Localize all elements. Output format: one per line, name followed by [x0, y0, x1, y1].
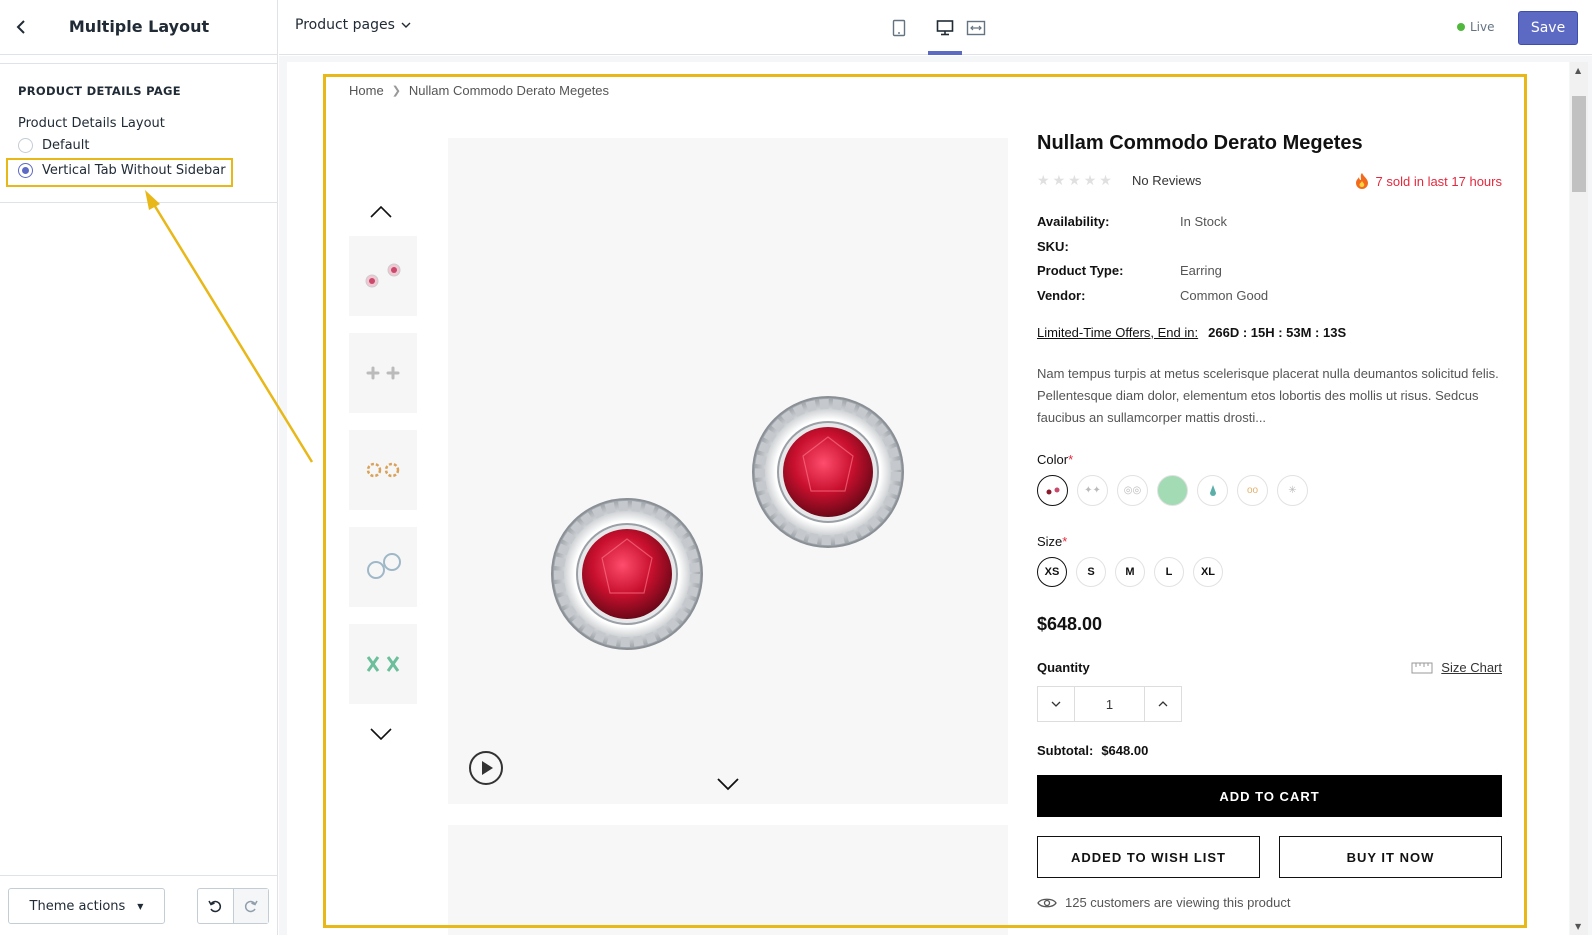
chevron-down-icon: [401, 22, 411, 28]
annotation-frame: [323, 74, 1527, 928]
scroll-down-icon[interactable]: ▼: [1575, 922, 1581, 931]
theme-actions-label: Theme actions: [29, 898, 126, 914]
page-type-selector[interactable]: Product pages: [295, 17, 411, 33]
page-type-label: Product pages: [295, 17, 395, 33]
radio-label: Default: [42, 138, 90, 153]
undo-redo-group: [197, 888, 269, 924]
live-dot-icon: [1457, 23, 1465, 31]
theme-actions-button[interactable]: Theme actions ▼: [8, 888, 165, 924]
sidebar-header: Multiple Layout: [0, 0, 277, 55]
store-preview: Home ❯ Nullam Commodo Derato Megetes Nul…: [287, 62, 1569, 935]
mobile-view-button[interactable]: [885, 14, 913, 42]
active-view-indicator: [928, 51, 962, 55]
save-button[interactable]: Save: [1518, 11, 1578, 45]
undo-icon: [208, 900, 222, 913]
sidebar-footer: Theme actions ▼: [0, 875, 277, 935]
mobile-icon: [892, 19, 906, 37]
radio-default[interactable]: Default: [18, 138, 90, 153]
top-bar: Product pages Live Save: [279, 0, 1592, 55]
scroll-thumb[interactable]: [1572, 96, 1586, 192]
caret-down-icon: ▼: [137, 901, 144, 911]
layout-label: Product Details Layout: [18, 116, 165, 131]
preview-area: Home ❯ Nullam Commodo Derato Megetes Nul…: [279, 56, 1592, 935]
redo-icon: [244, 900, 258, 913]
live-label: Live: [1470, 20, 1495, 34]
undo-button[interactable]: [198, 889, 233, 923]
fullwidth-view-button[interactable]: [962, 14, 990, 42]
sidebar-title: Multiple Layout: [68, 17, 210, 36]
redo-button[interactable]: [232, 889, 268, 923]
live-status: Live: [1457, 20, 1495, 34]
preview-scrollbar[interactable]: ▲ ▼: [1570, 62, 1588, 935]
editor-sidebar: Multiple Layout PRODUCT DETAILS PAGE Pro…: [0, 0, 278, 935]
fullwidth-icon: [966, 20, 986, 36]
annotation-highlight-box: [6, 158, 233, 187]
scroll-up-icon[interactable]: ▲: [1575, 66, 1581, 75]
section-title: PRODUCT DETAILS PAGE: [18, 84, 181, 98]
radio-button[interactable]: [18, 138, 33, 153]
